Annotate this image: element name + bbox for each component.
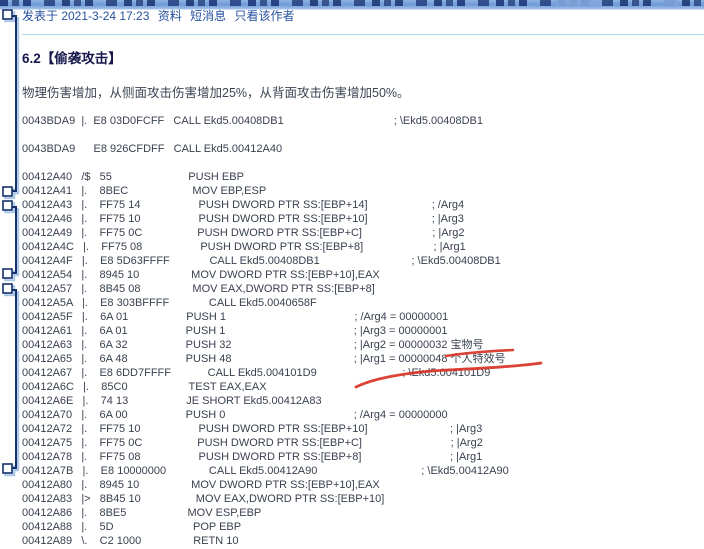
left-margin-bracket-annotations <box>0 0 22 549</box>
profile-link[interactable]: 资料 <box>158 9 182 23</box>
section-title: 6.2【偷袭攻击】 <box>22 47 704 67</box>
assembly-code-block: 0043BDA9 |. E8 03D0FCFF CALL Ekd5.00408D… <box>22 114 704 548</box>
view-author-only-link[interactable]: 只看该作者 <box>234 9 294 23</box>
posted-timestamp: 发表于 2021-3-24 17:23 <box>22 9 149 23</box>
post-body: 发表于 2021-3-24 17:23 资料 短消息 只看该作者 6.2【偷袭攻… <box>22 0 704 548</box>
code-bracket <box>12 16 16 468</box>
skill-description: 物理伤害增加，从侧面攻击伤害增加25%，从背面攻击伤害增加50%。 <box>22 82 704 101</box>
post-header-row: 发表于 2021-3-24 17:23 资料 短消息 只看该作者 <box>22 0 704 35</box>
short-message-link[interactable]: 短消息 <box>190 9 226 23</box>
